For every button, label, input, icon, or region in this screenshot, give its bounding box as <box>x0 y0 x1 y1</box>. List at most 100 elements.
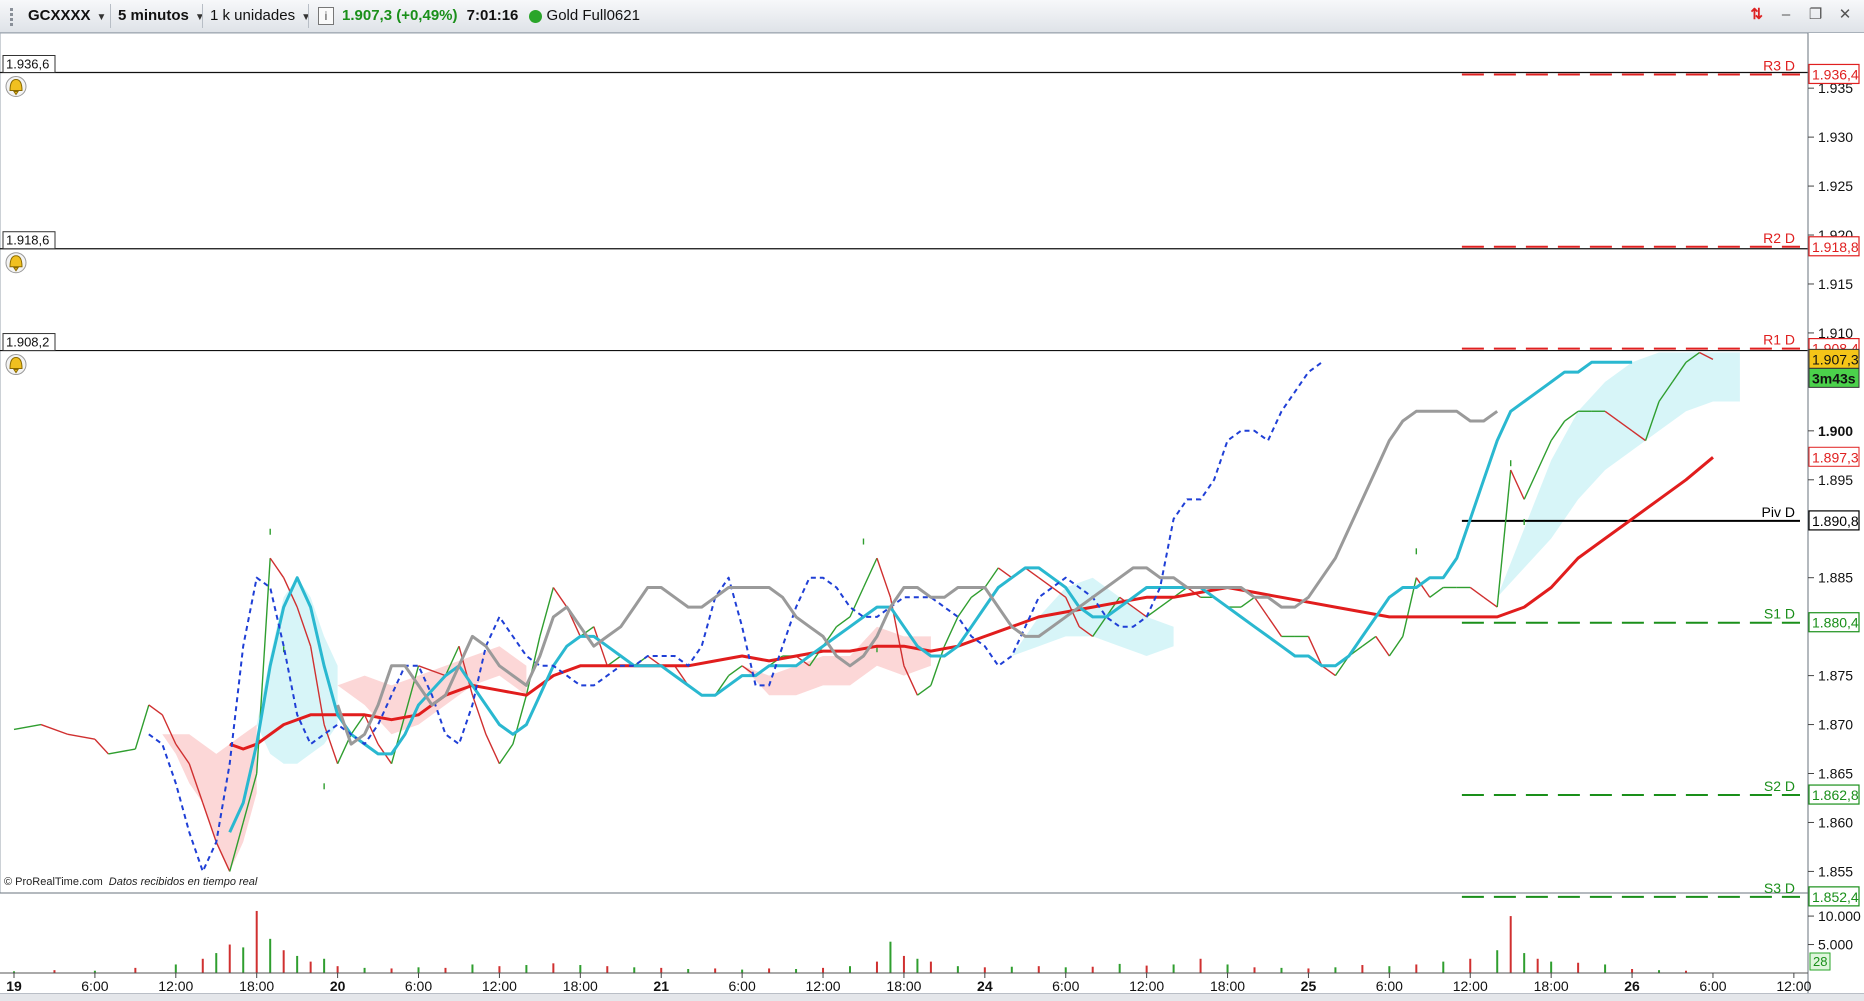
price-series <box>13 351 1714 872</box>
price-panel-frame <box>0 33 1809 894</box>
units-label: 1 k unidades <box>210 7 296 24</box>
sync-icon[interactable]: ⇅ <box>1746 5 1768 25</box>
toolbar-divider <box>202 4 203 28</box>
price-chart[interactable]: 1.936,6 1.918,6 1.908,2 R3 D R2 D R1 D Piv D S… <box>0 33 1864 993</box>
price-segment <box>917 684 932 696</box>
time-tick-label: 6:00 <box>405 978 432 993</box>
price-segment <box>67 733 96 740</box>
minimize-icon[interactable]: – <box>1775 5 1797 25</box>
price-segment <box>997 567 1013 579</box>
pivot-value-label: 1.918,8 <box>1812 239 1859 255</box>
quote-time: 7:01:16 <box>466 7 519 24</box>
status-dot-icon <box>528 9 542 23</box>
price-tick-label: 1.855 <box>1818 863 1853 879</box>
bell-icon[interactable] <box>5 75 27 97</box>
price-segment <box>134 704 150 750</box>
pivot-label: R2 D <box>1763 230 1795 246</box>
indicator-line <box>229 456 1714 751</box>
volume-tick-label: 5.000 <box>1818 937 1853 953</box>
time-tick-label: 6:00 <box>729 978 756 993</box>
pivot-label: R3 D <box>1763 57 1795 73</box>
chart-toolbar: GCXXXX ▼ 5 minutos ▼ 1 k unidades ▼ i 1.907,… <box>0 0 1864 33</box>
attribution-note: Datos recibidos en tiempo real <box>109 876 258 888</box>
price-segment <box>1469 586 1485 598</box>
price-change: 1.907,3 (+0,49%) <box>342 7 458 24</box>
pivot-value-label: 1.936,4 <box>1812 66 1859 82</box>
time-tick-label: 12:00 <box>482 978 517 993</box>
bell-icon[interactable] <box>5 252 27 274</box>
price-tick-label: 1.895 <box>1818 472 1853 488</box>
toolbar-divider <box>308 4 309 28</box>
price-segment <box>862 557 878 588</box>
pivot-label: S3 D <box>1764 880 1795 896</box>
price-segment <box>1388 636 1404 657</box>
price-segment <box>269 557 285 579</box>
info-icon[interactable]: i <box>318 7 334 26</box>
time-tick-label: 18:00 <box>1534 978 1569 993</box>
window-controls: ⇅ – ❐ ✕ <box>1743 5 1856 27</box>
price-segment <box>876 557 892 598</box>
close-icon[interactable]: ✕ <box>1834 5 1856 25</box>
price-segment <box>108 748 136 755</box>
price-tick-label: 1.885 <box>1818 570 1853 586</box>
time-tick-label: 12:00 <box>806 978 841 993</box>
time-tick-label: 12:00 <box>158 978 193 993</box>
restore-icon[interactable]: ❐ <box>1805 5 1827 25</box>
price-segment <box>1361 635 1377 647</box>
units-dropdown[interactable]: 1 k unidades ▼ <box>210 4 311 28</box>
price-segment <box>94 738 109 755</box>
time-axis[interactable]: 19 6:00 12:00 18:00 20 6:00 12:00 18:00 21 6:00 12… <box>0 972 1812 993</box>
time-tick-label: 20 <box>330 978 346 993</box>
price-segment <box>1483 596 1498 608</box>
time-tick-label: 6:00 <box>81 978 108 993</box>
alert-lines[interactable]: 1.936,6 1.918,6 1.908,2 <box>0 54 1808 376</box>
time-tick-label: 12:00 <box>1453 978 1488 993</box>
time-tick-label: 24 <box>977 978 993 993</box>
pivot-value-label: 1.852,4 <box>1812 889 1859 905</box>
time-tick-label: 6:00 <box>1376 978 1403 993</box>
indicator-cloud <box>1497 352 1740 598</box>
last-volume-label: 28 <box>1813 954 1827 969</box>
time-tick-label: 18:00 <box>1210 978 1245 993</box>
current-price-label: 1.907,3 <box>1812 351 1859 367</box>
chevron-down-icon: ▼ <box>301 12 311 23</box>
time-tick-label: 12:00 <box>1129 978 1164 993</box>
price-tick-label: 1.870 <box>1818 717 1853 733</box>
pivot-value-label: 1.890,8 <box>1812 513 1859 529</box>
price-segment <box>1550 420 1566 442</box>
time-tick-label: 25 <box>1301 978 1317 993</box>
instrument-name: Gold Full0621 <box>546 7 640 24</box>
chevron-down-icon: ▼ <box>194 12 205 23</box>
price-segment <box>1429 586 1444 598</box>
quote-info: i 1.907,3 (+0,49%) 7:01:16 Gold Full0621 <box>318 4 640 28</box>
price-tick-label: 1.925 <box>1818 178 1853 194</box>
price-segment <box>1146 606 1161 618</box>
time-tick-label: 19 <box>6 978 22 993</box>
price-tick-label: 1.860 <box>1818 814 1853 830</box>
drag-handle-icon[interactable] <box>10 6 16 26</box>
price-segment <box>957 596 972 618</box>
price-segment <box>836 616 851 628</box>
time-tick-label: 18:00 <box>563 978 598 993</box>
volume-tick-label: 10.000 <box>1818 908 1861 924</box>
time-tick-label: 18:00 <box>886 978 921 993</box>
symbol-label: GCXXXX <box>28 7 91 24</box>
price-segment <box>849 587 865 618</box>
symbol-dropdown[interactable]: GCXXXX ▼ <box>28 4 106 28</box>
time-tick-label: 12:00 <box>1776 978 1811 993</box>
timeframe-label: 5 minutos <box>118 7 189 24</box>
chevron-down-icon: ▼ <box>96 12 107 23</box>
pivot-value-label: 1.880,4 <box>1812 615 1859 631</box>
pivot-lines: R3 D R2 D R1 D Piv D S1 D S2 D S3 D <box>1461 57 1800 898</box>
pivot-label: Piv D <box>1762 504 1795 520</box>
attribution-source: © ProRealTime.com <box>4 876 103 888</box>
price-segment <box>1523 469 1539 500</box>
price-segment <box>512 695 528 745</box>
bell-icon[interactable] <box>5 354 27 376</box>
price-tick-label: 1.875 <box>1818 668 1853 684</box>
pivot-value-label: 1.862,8 <box>1812 787 1859 803</box>
price-segment <box>1240 596 1255 608</box>
toolbar-divider <box>110 4 111 28</box>
ma-value-label: 1.897,3 <box>1812 449 1859 465</box>
timeframe-dropdown[interactable]: 5 minutos ▼ <box>118 4 205 28</box>
